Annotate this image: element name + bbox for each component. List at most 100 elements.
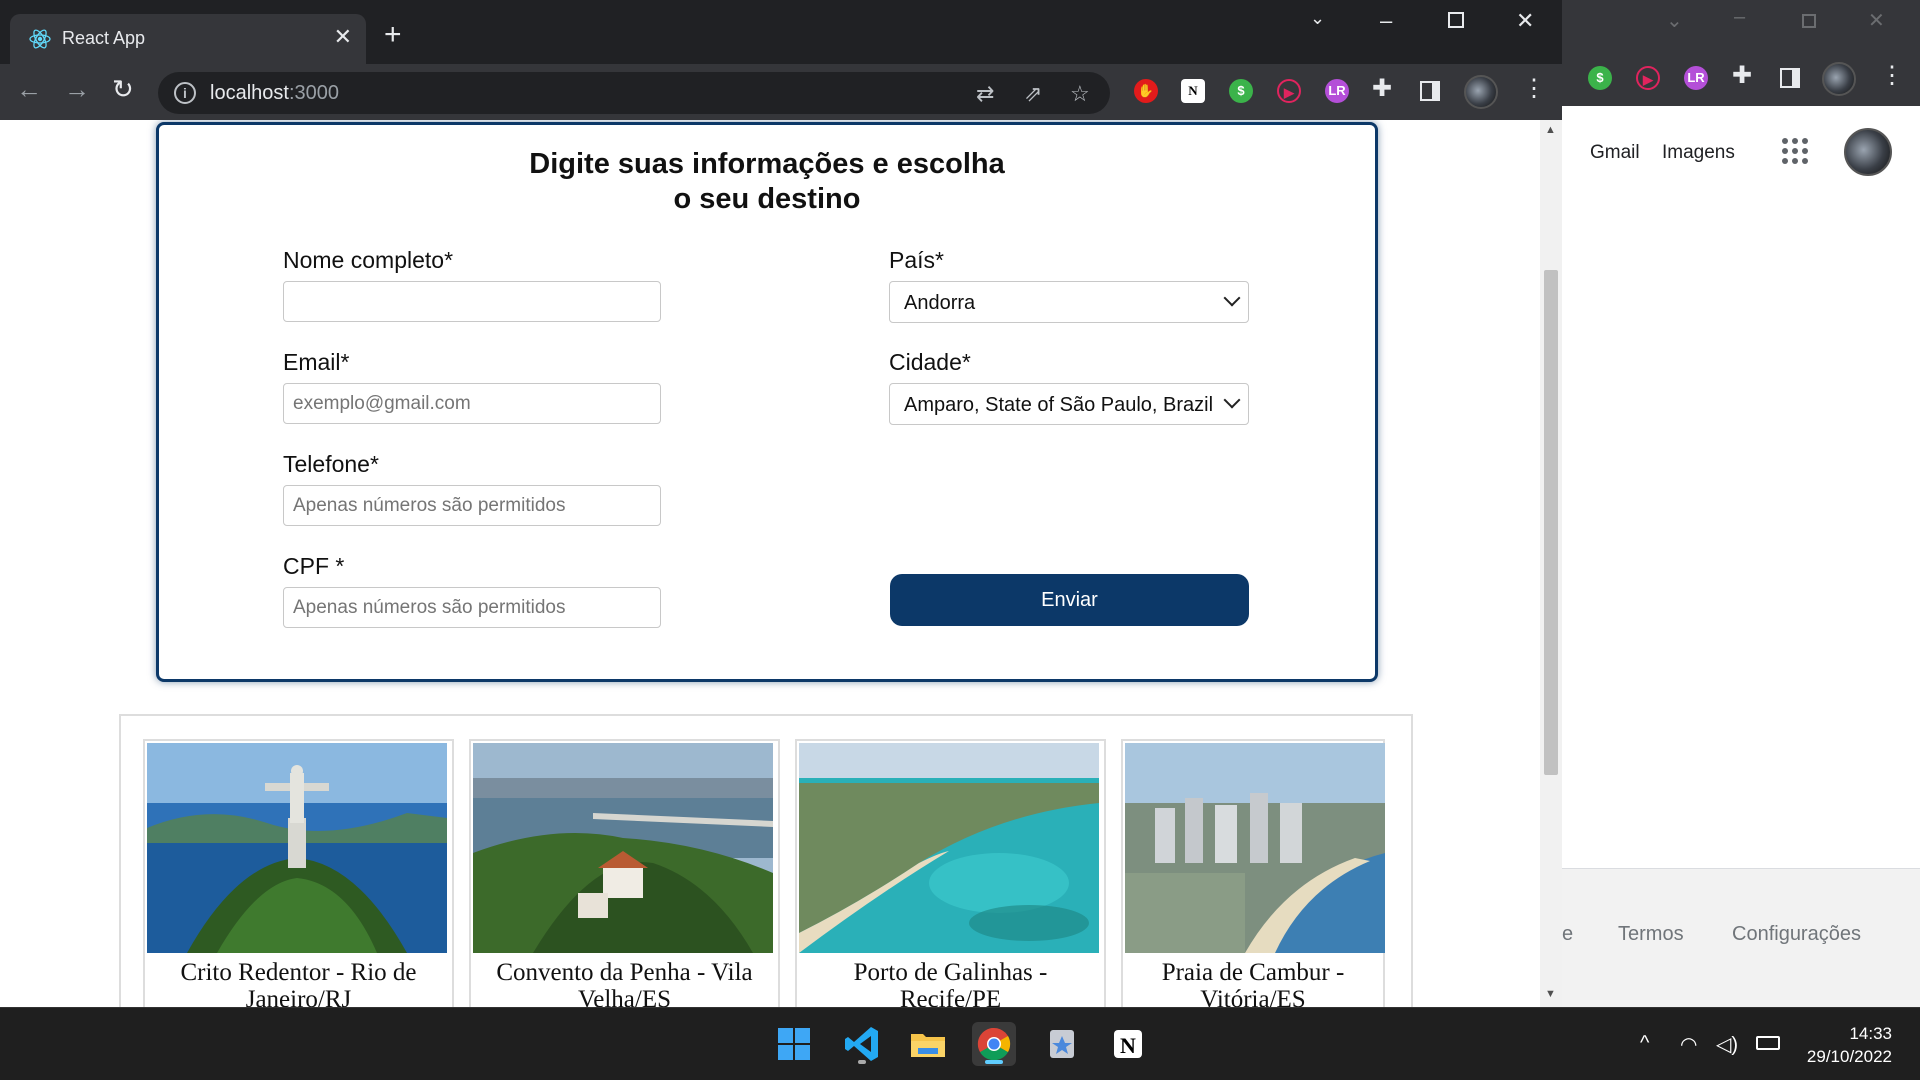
show-hidden-icons-icon[interactable]: ^ — [1640, 1032, 1649, 1055]
translate-icon[interactable]: ⇄ — [976, 81, 994, 107]
dollar-extension-icon[interactable]: $ — [1588, 66, 1612, 90]
reload-icon[interactable]: ↻ — [112, 76, 134, 102]
extensions-puzzle-icon[interactable]: ✚ — [1372, 77, 1392, 101]
bookmark-star-icon[interactable]: ☆ — [1070, 81, 1090, 107]
tab-search-icon[interactable]: ⌄ — [1310, 8, 1325, 29]
windows-logo-icon — [778, 1028, 810, 1060]
lr-extension-icon[interactable]: LR — [1684, 66, 1708, 90]
windows-taskbar: N ^ ◠ ◁) 14:33 29/10/2022 — [0, 1007, 1920, 1080]
new-tab-icon[interactable]: + — [384, 20, 402, 50]
site-info-icon[interactable]: i — [174, 82, 196, 104]
cpf-label: CPF * — [283, 553, 345, 579]
chevron-down-icon — [1223, 289, 1241, 307]
form-title-line2: o seu destino — [673, 183, 861, 215]
scroll-down-icon[interactable]: ▼ — [1545, 988, 1556, 1000]
notion-logo-icon: N — [1114, 1030, 1142, 1058]
notion-app-icon[interactable]: N — [1106, 1022, 1150, 1066]
svg-text:N: N — [1120, 1033, 1136, 1058]
city-label: Cidade* — [889, 349, 971, 375]
city-select-value: Amparo, State of São Paulo, Brazil — [904, 394, 1214, 416]
ublock-extension-icon[interactable]: ✋ — [1134, 79, 1158, 103]
booking-form: Digite suas informações e escolha o seu … — [156, 122, 1378, 682]
minimize-icon[interactable]: – — [1380, 8, 1392, 34]
scroll-up-icon[interactable]: ▲ — [1545, 124, 1556, 136]
browser-toolbar: ← → ↻ i localhost:3000 ⇄ ⇗ ☆ ✋ N $ ▶ LR … — [0, 64, 1562, 120]
address-bar[interactable]: i localhost:3000 ⇄ ⇗ ☆ — [158, 72, 1110, 114]
destination-card[interactable]: Praia de Cambur - Vitória/ES — [1121, 739, 1385, 1007]
scrollbar-thumb[interactable] — [1544, 270, 1558, 775]
destination-card[interactable]: Porto de Galinhas - Recife/PE — [795, 739, 1106, 1007]
city-select[interactable]: Amparo, State of São Paulo, Brazil — [889, 383, 1249, 425]
windows-start-icon[interactable] — [772, 1022, 816, 1066]
destination-caption: Praia de Cambur - Vitória/ES — [1161, 959, 1345, 1007]
menu-kebab-icon[interactable]: ⋮ — [1522, 77, 1546, 101]
tab-search-icon[interactable]: ⌄ — [1666, 8, 1683, 33]
email-input[interactable] — [283, 383, 661, 424]
snipping-app-icon[interactable] — [1040, 1022, 1084, 1066]
menu-kebab-icon[interactable]: ⋮ — [1880, 64, 1904, 88]
system-clock[interactable]: 14:33 29/10/2022 — [1807, 1022, 1892, 1068]
email-label: Email* — [283, 349, 350, 375]
chrome-app-icon[interactable] — [972, 1022, 1016, 1066]
share-icon[interactable]: ⇗ — [1024, 81, 1042, 107]
destination-card[interactable]: Convento da Penha - Vila Velha/ES — [469, 739, 780, 1007]
clock-time: 14:33 — [1849, 1024, 1892, 1043]
close-tab-icon[interactable]: ✕ — [334, 24, 352, 50]
secondary-toolbar: ⌄ – ✕ $ ▶ LR ✚ ⋮ — [1562, 0, 1920, 106]
secondary-browser-window: ⌄ – ✕ $ ▶ LR ✚ ⋮ Gmail Imagens e Termos … — [1562, 0, 1920, 1007]
side-panel-icon[interactable] — [1780, 68, 1800, 88]
forward-icon[interactable]: → — [64, 76, 90, 102]
play-extension-icon[interactable]: ▶ — [1277, 79, 1301, 103]
destination-caption: Convento da Penha - Vila Velha/ES — [496, 959, 753, 1007]
close-window-icon[interactable]: ✕ — [1516, 8, 1534, 34]
destination-image-porto — [799, 743, 1099, 953]
cpf-input[interactable] — [283, 587, 661, 628]
dollar-extension-icon[interactable]: $ — [1229, 79, 1253, 103]
google-homepage: Gmail Imagens e Termos Configurações — [1562, 106, 1920, 1007]
play-extension-icon[interactable]: ▶ — [1636, 66, 1660, 90]
destination-caption: Crito Redentor - Rio de Janeiro/RJ — [180, 959, 417, 1007]
settings-link[interactable]: Configurações — [1732, 923, 1861, 946]
extensions-puzzle-icon[interactable]: ✚ — [1732, 64, 1752, 88]
battery-icon[interactable] — [1756, 1036, 1780, 1050]
name-label: Nome completo* — [283, 247, 454, 273]
clock-date: 29/10/2022 — [1806, 1047, 1892, 1066]
side-panel-icon[interactable] — [1420, 81, 1440, 101]
file-explorer-app-icon[interactable] — [906, 1022, 950, 1066]
terms-link[interactable]: Termos — [1618, 923, 1684, 946]
gmail-link[interactable]: Gmail — [1590, 142, 1640, 164]
notion-extension-icon[interactable]: N — [1181, 79, 1205, 103]
chevron-down-icon — [1223, 391, 1241, 409]
vscode-app-icon[interactable] — [840, 1022, 884, 1066]
google-apps-icon[interactable] — [1782, 138, 1808, 164]
page-scrollbar[interactable]: ▲ ▼ — [1540, 120, 1562, 1007]
form-title: Digite suas informações e escolha o seu … — [159, 147, 1375, 217]
wifi-icon[interactable]: ◠ — [1680, 1032, 1697, 1057]
footer-link-partial[interactable]: e — [1562, 923, 1573, 946]
profile-avatar[interactable] — [1464, 75, 1498, 109]
country-select[interactable]: Andorra — [889, 281, 1249, 323]
submit-button[interactable]: Enviar — [890, 574, 1249, 626]
lr-extension-icon[interactable]: LR — [1325, 79, 1349, 103]
minimize-icon[interactable]: – — [1734, 6, 1745, 29]
close-window-icon[interactable]: ✕ — [1868, 8, 1885, 33]
phone-label: Telefone* — [283, 451, 379, 477]
volume-icon[interactable]: ◁) — [1716, 1032, 1738, 1057]
tab-react-app[interactable]: React App ✕ — [10, 14, 366, 64]
google-account-avatar[interactable] — [1844, 128, 1892, 176]
profile-avatar[interactable] — [1822, 62, 1856, 96]
restore-icon[interactable] — [1802, 14, 1816, 28]
destination-image-cristo — [147, 743, 447, 953]
google-footer: e Termos Configurações — [1562, 868, 1920, 1007]
phone-input[interactable] — [283, 485, 661, 526]
back-icon[interactable]: ← — [16, 76, 42, 102]
react-logo-icon — [29, 29, 51, 49]
url-text: localhost:3000 — [210, 82, 339, 104]
country-label: País* — [889, 247, 944, 273]
images-link[interactable]: Imagens — [1662, 142, 1735, 164]
app-running-indicator — [858, 1060, 866, 1064]
maximize-icon[interactable] — [1448, 12, 1464, 28]
page-viewport: Digite suas informações e escolha o seu … — [0, 120, 1540, 1007]
name-input[interactable] — [283, 281, 661, 322]
destination-card[interactable]: Crito Redentor - Rio de Janeiro/RJ — [143, 739, 454, 1007]
